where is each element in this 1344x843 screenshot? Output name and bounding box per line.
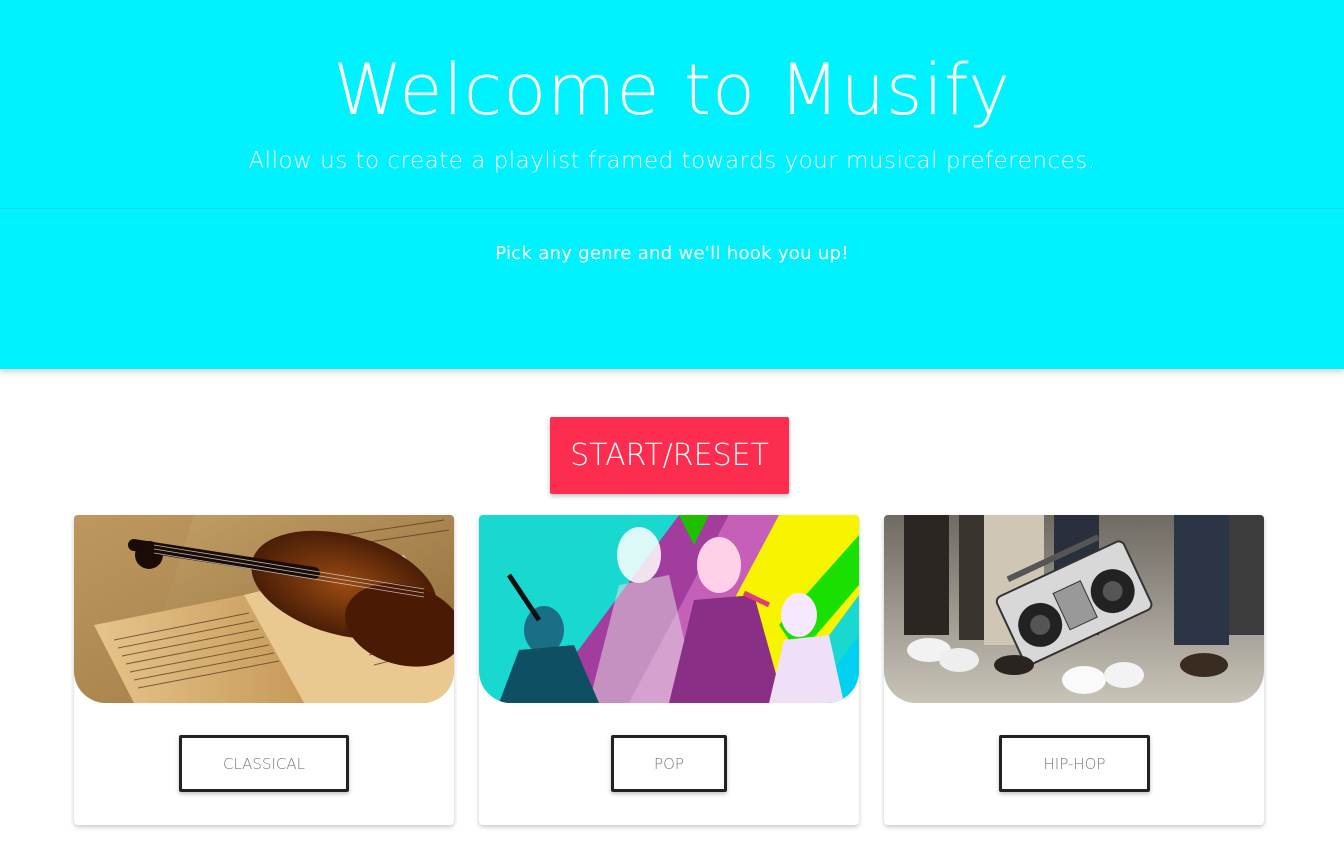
boombox-sneakers-image (884, 515, 1264, 703)
pop-image (479, 515, 859, 703)
genre-button-pop[interactable]: POP (611, 735, 727, 792)
genre-card-pop: POP (479, 515, 859, 825)
genre-button-hip-hop[interactable]: HIP-HOP (999, 735, 1150, 792)
start-reset-button[interactable]: START/RESET (550, 417, 789, 494)
hero-tagline: Pick any genre and we'll hook you up! (495, 243, 849, 264)
hero-divider (0, 208, 1344, 209)
page-title: Welcome to Musify (333, 49, 1011, 131)
violin-sheet-music-image (74, 515, 454, 703)
hero-subtitle: Allow us to create a playlist framed tow… (248, 148, 1096, 174)
genre-card-classical: CLASSICAL (74, 515, 454, 825)
hip-hop-image (884, 515, 1264, 703)
classical-image (74, 515, 454, 703)
genre-button-classical[interactable]: CLASSICAL (179, 735, 349, 792)
hero-banner: Welcome to Musify Allow us to create a p… (0, 0, 1344, 369)
genre-card-hip-hop: HIP-HOP (884, 515, 1264, 825)
pop-artists-collage-image (479, 515, 859, 703)
